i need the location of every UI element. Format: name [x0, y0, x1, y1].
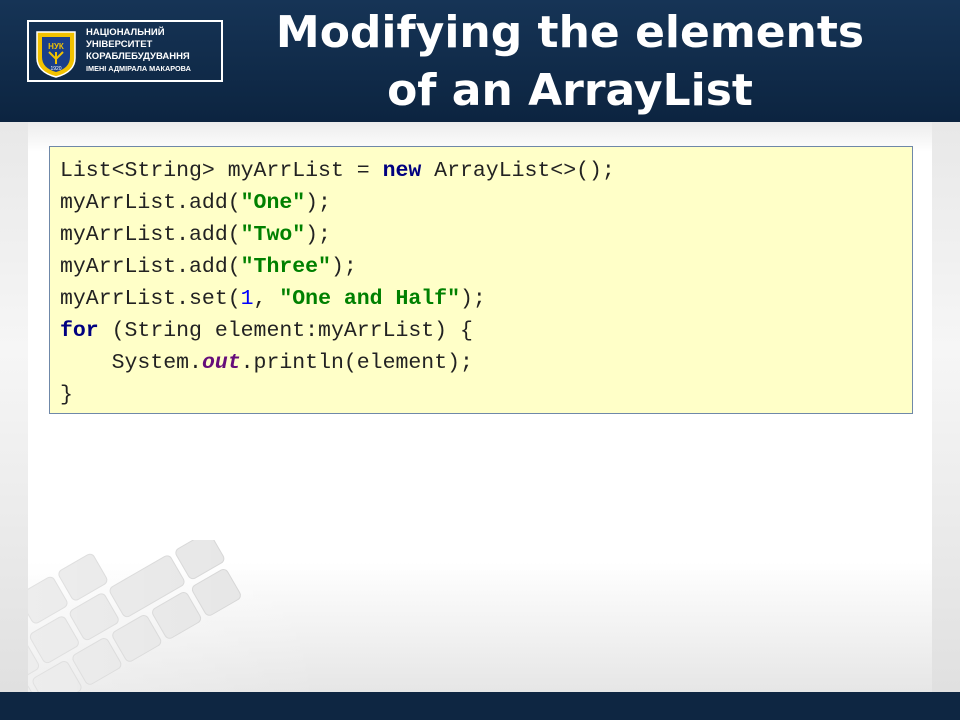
code-block: List<String> myArrList = new ArrayList<>… — [49, 146, 913, 414]
keyboard-background-image — [28, 540, 328, 692]
code-text: } — [60, 383, 73, 407]
university-logo: НУК 1920 НАЦІОНАЛЬНИЙ УНІВЕРСИТЕТ КОРАБЛ… — [27, 20, 223, 82]
university-name-line4: ІМЕНІ АДМІРАЛА МАКАРОВА — [86, 64, 191, 73]
code-text: myArrList.add( — [60, 255, 241, 279]
slide-title: Modifying the elements of an ArrayList — [240, 4, 900, 120]
code-field: out — [201, 351, 241, 375]
code-string: "Three" — [240, 255, 331, 279]
university-name: НАЦІОНАЛЬНИЙ УНІВЕРСИТЕТ КОРАБЛЕБУДУВАНН… — [86, 27, 226, 75]
code-line: myArrList.add("Three"); — [60, 251, 912, 283]
crest-abbr: НУК — [48, 42, 64, 51]
code-text: ArrayList<>(); — [421, 159, 615, 183]
code-line: System.out.println(element); — [60, 347, 912, 379]
slide-header: НУК 1920 НАЦІОНАЛЬНИЙ УНІВЕРСИТЕТ КОРАБЛ… — [0, 0, 960, 122]
right-frame — [932, 122, 960, 692]
code-text: .println(element); — [240, 351, 473, 375]
code-text: , — [253, 287, 280, 311]
university-name-line2: УНІВЕРСИТЕТ — [86, 39, 153, 50]
university-name-line3: КОРАБЛЕБУДУВАННЯ — [86, 51, 190, 62]
code-line: myArrList.add("Two"); — [60, 219, 912, 251]
slide-title-line1: Modifying the elements — [275, 7, 865, 58]
code-keyword: new — [382, 159, 422, 183]
code-text: (String element:myArrList) { — [98, 319, 473, 343]
code-line: myArrList.set(1, "One and Half"); — [60, 283, 912, 315]
code-keyword: for — [60, 319, 99, 343]
slide-title-line2: of an ArrayList — [387, 65, 753, 116]
code-text: myArrList.add( — [60, 223, 241, 247]
university-name-line1: НАЦІОНАЛЬНИЙ — [86, 27, 165, 38]
code-text: ); — [460, 287, 486, 311]
code-text: System. — [60, 351, 202, 375]
code-line: for (String element:myArrList) { — [60, 315, 912, 347]
code-line: myArrList.add("One"); — [60, 187, 912, 219]
code-text: ); — [305, 191, 331, 215]
code-text: myArrList.set( — [60, 287, 241, 311]
slide-footer — [0, 692, 960, 720]
code-text: ); — [330, 255, 357, 279]
code-string: "One" — [240, 191, 306, 215]
code-text: ); — [305, 223, 331, 247]
code-text: List<String> myArrList = — [60, 159, 383, 183]
code-line: List<String> myArrList = new ArrayList<>… — [60, 155, 912, 187]
code-number: 1 — [240, 287, 254, 311]
code-string: "Two" — [240, 223, 306, 247]
crest-year: 1920 — [50, 66, 61, 72]
university-crest-icon: НУК 1920 — [36, 31, 76, 78]
left-frame — [0, 122, 28, 692]
code-text: myArrList.add( — [60, 191, 241, 215]
code-line: } — [60, 379, 912, 411]
code-string: "One and Half" — [279, 287, 460, 311]
